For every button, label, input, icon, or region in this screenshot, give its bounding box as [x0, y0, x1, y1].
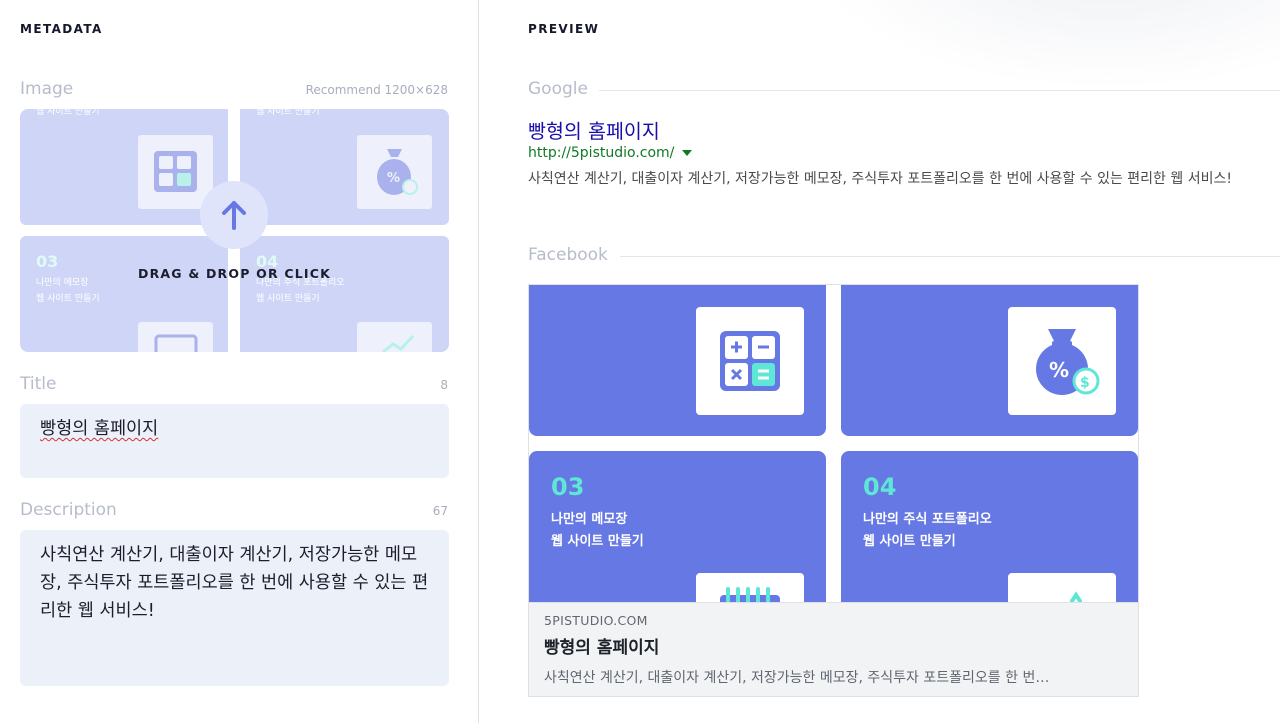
image-dropzone[interactable]: 웹 사이트 만들기 웹 사이트 만들기 % 03 나만의 메모장 웹 사이트 만…	[20, 109, 449, 352]
google-result-title[interactable]: 빵형의 홈페이지	[528, 115, 660, 144]
chart-icon	[1008, 573, 1116, 602]
calculator-icon	[138, 135, 213, 209]
dropzone-tile: 04 나만의 주식 포트폴리오 웹 사이트 만들기	[240, 236, 449, 352]
description-label: Description	[20, 500, 117, 520]
share-image-number: 04	[863, 473, 897, 501]
google-result-url[interactable]: http://5pistudio.com/	[528, 145, 693, 161]
facebook-share-domain: 5PISTUDIO.COM	[544, 613, 648, 628]
share-image-tile	[529, 285, 826, 436]
share-image-tile: 03 나만의 메모장 웹 사이트 만들기	[529, 451, 826, 602]
facebook-section-rule	[620, 256, 1280, 257]
dropzone-tile: 웹 사이트 만들기	[20, 109, 228, 225]
dropzone-tile-caption: 웹 사이트 만들기	[256, 109, 320, 117]
image-size-hint: Recommend 1200×628	[305, 83, 448, 97]
image-label: Image	[20, 79, 74, 99]
google-result-description: 사칙연산 계산기, 대출이자 계산기, 저장가능한 메모장, 주식투자 포트폴리…	[528, 171, 1232, 187]
dropzone-tile: 03 나만의 메모장 웹 사이트 만들기	[20, 236, 228, 352]
dropzone-tile-caption: 웹 사이트 만들기	[256, 294, 320, 304]
share-image-tile: % $	[841, 285, 1138, 436]
dropzone-tile: 웹 사이트 만들기 %	[240, 109, 449, 225]
title-char-count: 8	[440, 378, 448, 392]
metadata-heading: METADATA	[20, 22, 103, 36]
money-bag-icon: % $	[1008, 307, 1116, 415]
preview-panel: PREVIEW Google 빵형의 홈페이지 http://5pistudio…	[479, 0, 1280, 723]
share-image-tile: 04 나만의 주식 포트폴리오 웹 사이트 만들기	[841, 451, 1138, 602]
dropdown-caret-icon[interactable]	[682, 150, 693, 156]
share-image-number: 03	[551, 473, 585, 501]
share-image-caption: 나만의 메모장	[551, 512, 628, 527]
title-label: Title	[20, 374, 57, 394]
share-image-caption: 나만의 주식 포트폴리오	[863, 512, 992, 527]
facebook-section-label: Facebook	[528, 245, 608, 265]
share-image-caption: 웹 사이트 만들기	[551, 534, 644, 549]
google-section-rule	[599, 90, 1280, 91]
notepad-icon	[138, 322, 213, 352]
notepad-icon	[696, 573, 804, 602]
facebook-share-image: % $ 03 나만의 메모장 웹 사이트 만들기 04 나만의 주식 포트폴리오…	[529, 285, 1138, 602]
description-char-count: 67	[432, 504, 448, 518]
upload-arrow-icon[interactable]	[200, 181, 268, 249]
google-result-url-text: http://5pistudio.com/	[528, 145, 675, 161]
title-input[interactable]: 빵형의 홈페이지	[20, 404, 449, 478]
metadata-panel: METADATA Image Recommend 1200×628 웹 사이트 …	[0, 0, 478, 723]
title-input-value: 빵형의 홈페이지	[40, 419, 159, 439]
calculator-icon	[696, 307, 804, 415]
svg-text:%: %	[1049, 358, 1069, 382]
background-glow	[809, 0, 1280, 90]
facebook-share-meta: 5PISTUDIO.COM 빵형의 홈페이지 사칙연산 계산기, 대출이자 계산…	[529, 602, 1138, 696]
share-image-caption: 웹 사이트 만들기	[863, 534, 956, 549]
money-bag-icon: %	[357, 135, 432, 209]
chart-icon	[357, 322, 432, 352]
description-textarea[interactable]: 사칙연산 계산기, 대출이자 계산기, 저장가능한 메모장, 주식투자 포트폴리…	[20, 530, 449, 686]
google-section-label: Google	[528, 79, 588, 99]
dropzone-tile-caption: 웹 사이트 만들기	[36, 294, 100, 304]
preview-heading: PREVIEW	[528, 22, 600, 36]
facebook-share-title: 빵형의 홈페이지	[544, 638, 660, 658]
dropzone-label: DRAG & DROP OR CLICK	[138, 266, 331, 281]
facebook-share-card[interactable]: % $ 03 나만의 메모장 웹 사이트 만들기 04 나만의 주식 포트폴리오…	[528, 284, 1139, 697]
description-textarea-value: 사칙연산 계산기, 대출이자 계산기, 저장가능한 메모장, 주식투자 포트폴리…	[40, 545, 429, 621]
dropzone-tile-caption: 웹 사이트 만들기	[36, 109, 100, 117]
svg-text:%: %	[387, 171, 400, 186]
svg-text:$: $	[1080, 375, 1090, 391]
facebook-share-description: 사칙연산 계산기, 대출이자 계산기, 저장가능한 메모장, 주식투자 포트폴리…	[544, 670, 1050, 686]
